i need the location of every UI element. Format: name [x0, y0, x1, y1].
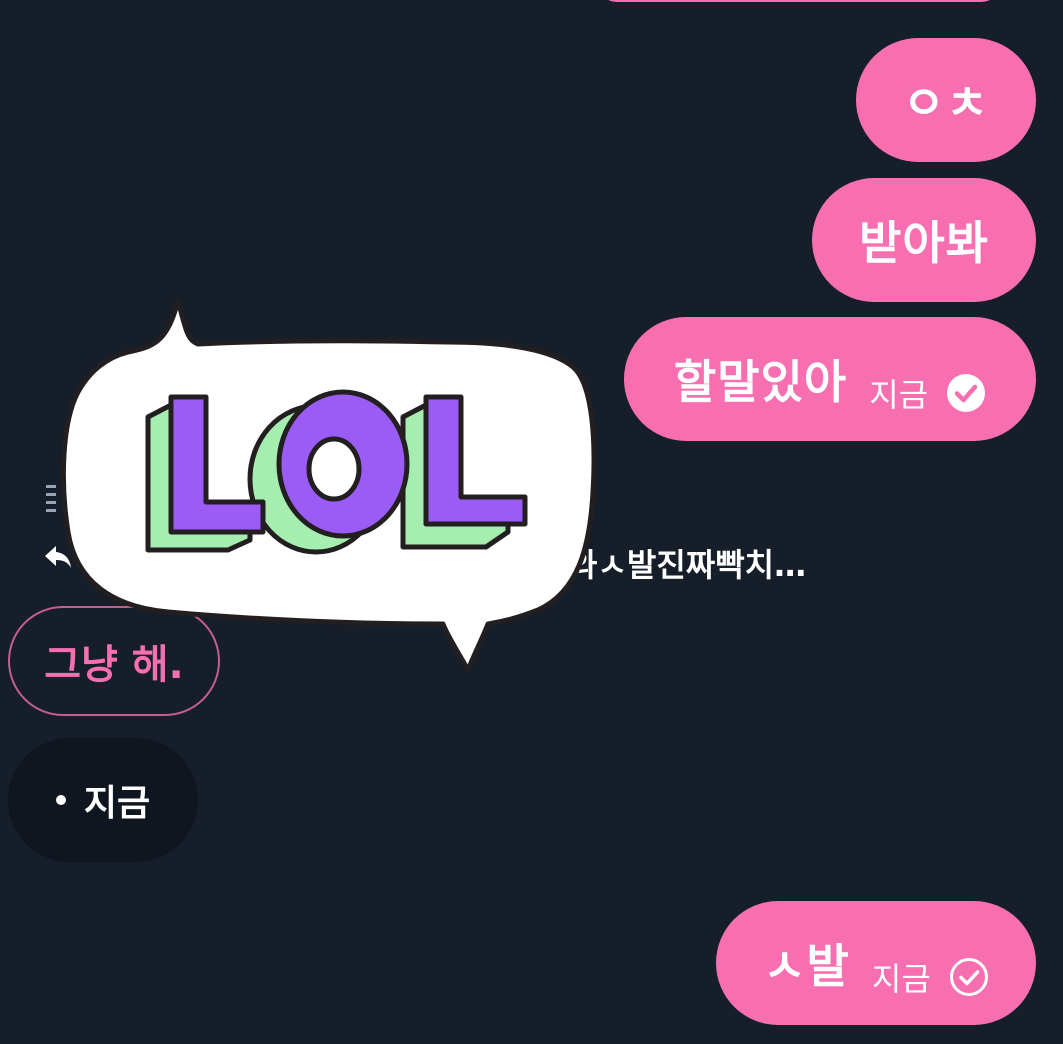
message-time: 지금: [869, 376, 929, 414]
previous-message-bubble[interactable]: [597, 0, 1001, 2]
status-dot-icon: [55, 795, 66, 805]
message-text: ㅅ발: [763, 939, 850, 993]
read-check-icon: [947, 374, 986, 412]
incoming-time: 지금: [83, 783, 151, 824]
message-meta: 지금: [872, 954, 989, 1000]
sent-check-icon: [949, 958, 988, 996]
lol-sticker[interactable]: [58, 292, 598, 677]
outgoing-message-bubble[interactable]: 받아봐: [812, 178, 1036, 302]
outgoing-message-bubble[interactable]: 할말있아 지금: [624, 317, 1036, 441]
outgoing-message-bubble[interactable]: ㅅ발 지금: [716, 901, 1036, 1025]
message-text: 할말있아: [673, 355, 848, 409]
reply-preview-text: 와ㅅ발진짜빡치…: [568, 546, 807, 584]
message-meta: 지금: [869, 370, 986, 416]
message-text: 받아봐: [859, 216, 989, 270]
outgoing-message-bubble[interactable]: ㅇㅊ: [856, 38, 1036, 162]
incoming-status-pill[interactable]: 지금: [8, 738, 198, 862]
message-time: 지금: [871, 960, 931, 998]
reply-indicator-bar: [46, 485, 56, 521]
message-text: ㅇㅊ: [902, 76, 990, 130]
